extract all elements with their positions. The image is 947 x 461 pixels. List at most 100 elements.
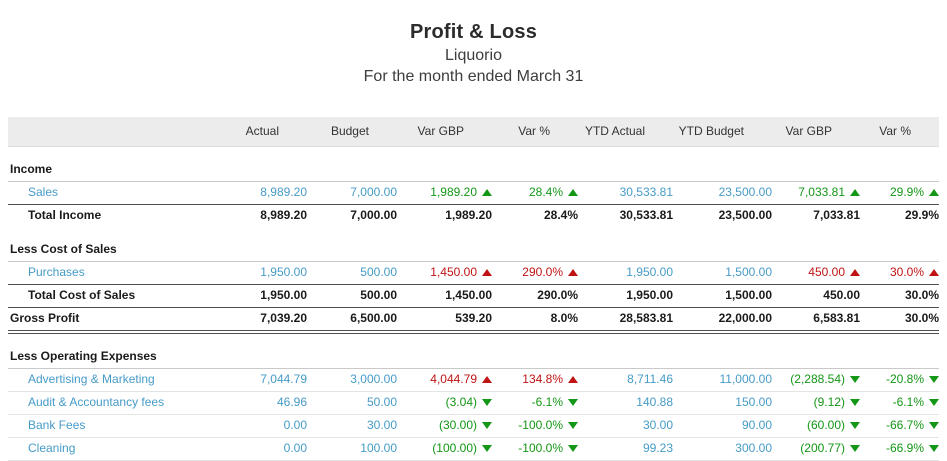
cell-actual: 46.96 [217, 396, 307, 409]
cell-ytd-var-pct: -6.1% [860, 396, 939, 409]
report-period: For the month ended March 31 [8, 66, 939, 87]
cell-value: 1,989.20 [445, 209, 492, 222]
cell-ytd-actual: 30,533.81 [578, 209, 673, 222]
cell-var-gbp: (30.00) [397, 419, 492, 432]
cell-actual: 1,950.00 [217, 289, 307, 302]
column-header-var-gbp: Var GBP [369, 125, 464, 138]
profit-loss-report: Profit & Loss Liquorio For the month end… [0, 0, 947, 461]
cell-actual: 8,989.20 [217, 209, 307, 222]
account-link[interactable]: Cleaning [28, 441, 75, 455]
table-row: Bank Fees0.0030.00(30.00)-100.0%30.0090.… [8, 415, 939, 438]
cell-ytd-var-gbp: (200.77) [772, 442, 860, 455]
cell-value: 30.0% [890, 266, 924, 279]
cell-ytd-actual: 1,950.00 [578, 266, 673, 279]
cell-budget: 7,000.00 [307, 209, 397, 222]
account-link[interactable]: Audit & Accountancy fees [28, 395, 164, 409]
cell-var-pct: -6.1% [492, 396, 578, 409]
up-arrow-icon [850, 269, 860, 276]
down-arrow-icon [482, 399, 492, 406]
cell-value: 7,033.81 [798, 186, 845, 199]
cell-var-gbp: 1,989.20 [397, 209, 492, 222]
cell-value: 28.4% [544, 209, 578, 222]
account-link[interactable]: Sales [28, 185, 58, 199]
column-header-ytd-var-gbp: Var GBP [744, 125, 832, 138]
cell-value: 29.9% [905, 209, 939, 222]
account-label-cell: Cleaning [8, 442, 217, 455]
cell-value: 28,583.81 [620, 312, 673, 325]
cell-value: -20.8% [886, 373, 924, 386]
cell-ytd-var-pct: 30.0% [860, 289, 939, 302]
cell-budget: 50.00 [307, 396, 397, 409]
account-label-cell: Advertising & Marketing [8, 373, 217, 386]
report-title: Profit & Loss [8, 19, 939, 45]
cell-budget: 100.00 [307, 442, 397, 455]
cell-value: 29.9% [890, 186, 924, 199]
table-row: Audit & Accountancy fees46.9650.00(3.04)… [8, 392, 939, 415]
section-heading: Less Cost of Sales [8, 239, 939, 262]
account-label-cell: Bank Fees [8, 419, 217, 432]
down-arrow-icon [482, 422, 492, 429]
account-label-cell: Sales [8, 186, 217, 199]
cell-value: 0.00 [284, 442, 307, 455]
cell-ytd-var-pct: -66.9% [860, 442, 939, 455]
cell-value: 134.8% [522, 373, 563, 386]
up-arrow-icon [482, 269, 492, 276]
cell-ytd-actual: 1,950.00 [578, 289, 673, 302]
table-row: Advertising & Marketing7,044.793,000.004… [8, 369, 939, 392]
cell-value: (2,288.54) [790, 373, 845, 386]
cell-value: 7,000.00 [350, 186, 397, 199]
cell-value: 100.00 [360, 442, 397, 455]
cell-ytd-budget: 300.00 [673, 442, 772, 455]
report-table: ActualBudgetVar GBPVar %YTD ActualYTD Bu… [8, 117, 939, 461]
cell-ytd-var-gbp: 450.00 [772, 266, 860, 279]
cell-ytd-actual: 28,583.81 [578, 312, 673, 325]
cell-value: 6,500.00 [350, 312, 397, 325]
cell-value: 8,989.20 [260, 209, 307, 222]
cell-value: -66.9% [886, 442, 924, 455]
account-link[interactable]: Bank Fees [28, 418, 85, 432]
cell-ytd-actual: 30.00 [578, 419, 673, 432]
account-label-cell: Audit & Accountancy fees [8, 396, 217, 409]
cell-value: 6,583.81 [813, 312, 860, 325]
cell-var-gbp: 1,450.00 [397, 266, 492, 279]
cell-value: 30.0% [905, 312, 939, 325]
cell-budget: 6,500.00 [307, 312, 397, 325]
cell-value: 99.23 [643, 442, 673, 455]
cell-ytd-budget: 1,500.00 [673, 289, 772, 302]
cell-actual: 7,039.20 [217, 312, 307, 325]
cell-actual: 7,044.79 [217, 373, 307, 386]
cell-var-gbp: 1,989.20 [397, 186, 492, 199]
down-arrow-icon [568, 445, 578, 452]
cell-value: 22,000.00 [719, 312, 772, 325]
cell-ytd-actual: 99.23 [578, 442, 673, 455]
cell-ytd-budget: 22,000.00 [673, 312, 772, 325]
cell-ytd-var-gbp: 7,033.81 [772, 209, 860, 222]
cell-value: 1,500.00 [725, 289, 772, 302]
down-arrow-icon [482, 445, 492, 452]
cell-value: 8.0% [551, 312, 578, 325]
cell-ytd-actual: 30,533.81 [578, 186, 673, 199]
cell-value: -6.1% [893, 396, 924, 409]
table-row: Total Cost of Sales1,950.00500.001,450.0… [8, 284, 939, 307]
cell-value: 140.88 [636, 396, 673, 409]
section-heading: Less Operating Expenses [8, 346, 939, 369]
cell-value: (60.00) [807, 419, 845, 432]
cell-value: 30.0% [905, 289, 939, 302]
cell-value: 0.00 [284, 419, 307, 432]
cell-value: 300.00 [735, 442, 772, 455]
account-link[interactable]: Advertising & Marketing [28, 372, 155, 386]
cell-value: 1,950.00 [260, 289, 307, 302]
cell-value: 150.00 [735, 396, 772, 409]
column-header-budget: Budget [279, 125, 369, 138]
up-arrow-icon [850, 189, 860, 196]
cell-value: 3,000.00 [350, 373, 397, 386]
cell-value: -100.0% [518, 419, 563, 432]
cell-value: 28.4% [529, 186, 563, 199]
cell-budget: 500.00 [307, 289, 397, 302]
account-link[interactable]: Purchases [28, 265, 85, 279]
cell-value: 450.00 [823, 289, 860, 302]
cell-value: (30.00) [439, 419, 477, 432]
cell-var-pct: 134.8% [492, 373, 578, 386]
cell-actual: 0.00 [217, 419, 307, 432]
down-arrow-icon [929, 422, 939, 429]
